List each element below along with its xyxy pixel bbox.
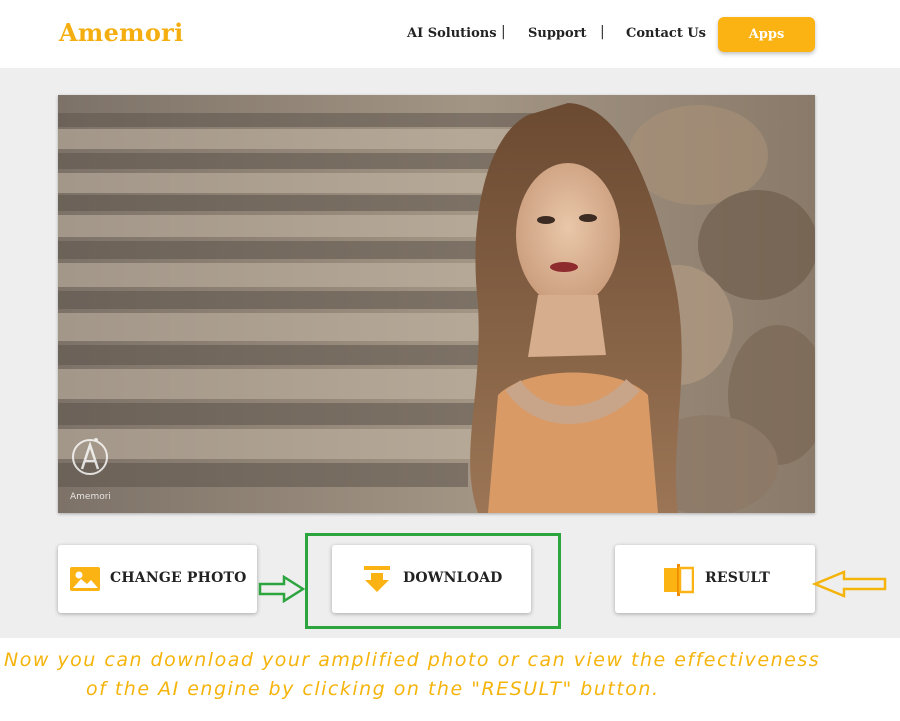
download-label: DOWNLOAD xyxy=(403,570,503,586)
nav-support[interactable]: Support xyxy=(528,26,587,41)
site-header: Amemori AI Solutions | Support | Contact… xyxy=(0,0,900,68)
result-photo: Amemori xyxy=(58,95,815,513)
caption-line-2: of the AI engine by clicking on the "RES… xyxy=(86,678,660,700)
result-label: RESULT xyxy=(705,570,770,586)
result-button[interactable]: RESULT xyxy=(615,545,815,613)
nav-separator: | xyxy=(501,24,506,40)
caption-line-1: Now you can download your amplified phot… xyxy=(4,649,821,671)
nav-contact-us[interactable]: Contact Us xyxy=(626,26,706,41)
nav-separator: | xyxy=(600,24,605,40)
instruction-caption: Now you can download your amplified phot… xyxy=(0,638,900,721)
download-icon xyxy=(364,566,390,592)
nav-ai-solutions[interactable]: AI Solutions xyxy=(407,26,497,41)
apps-button[interactable]: Apps xyxy=(718,17,815,52)
green-arrow-icon xyxy=(258,575,306,603)
photo-image: Amemori xyxy=(58,95,815,513)
image-icon xyxy=(70,567,100,591)
download-button[interactable]: DOWNLOAD xyxy=(332,545,531,613)
compare-icon xyxy=(664,564,694,596)
change-photo-label: CHANGE PHOTO xyxy=(110,570,247,586)
yellow-arrow-icon xyxy=(812,570,887,598)
brand-logo[interactable]: Amemori xyxy=(59,18,184,47)
change-photo-button[interactable]: CHANGE PHOTO xyxy=(58,545,257,613)
photo-watermark-text: Amemori xyxy=(70,492,111,502)
